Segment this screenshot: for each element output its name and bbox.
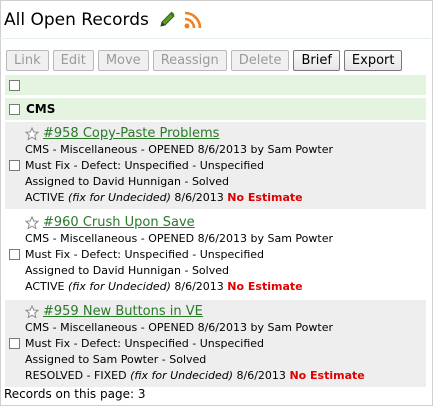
record-date: 8/6/2013 [170,191,228,204]
record-row: #960 Crush Upon Save CMS - Miscellaneous… [5,211,426,298]
group-label: CMS [26,102,56,116]
record-estimate: No Estimate [227,280,303,293]
select-all-checkbox[interactable] [9,79,20,91]
record-line-assigned: Assigned to David Hunnigan - Solved [25,264,229,277]
move-button[interactable]: Move [97,50,149,71]
star-icon[interactable] [25,304,39,319]
pencil-icon[interactable] [157,10,177,30]
header-divider [0,38,431,39]
record-status: ACTIVE [25,191,68,204]
toolbar: Link Edit Move Reassign Delete Brief Exp… [6,50,403,71]
record-checkbox[interactable] [9,249,20,260]
record-line-priority: Must Fix - Defect: Unspecified - Unspeci… [25,159,265,172]
record-checkbox[interactable] [9,338,20,349]
record-estimate: No Estimate [289,369,365,382]
record-row: #959 New Buttons in VE CMS - Miscellaneo… [5,300,426,387]
star-icon[interactable] [25,126,39,141]
export-button[interactable]: Export [343,50,403,71]
record-date: 8/6/2013 [170,280,228,293]
group-header-row: CMS [5,98,426,120]
record-title-link[interactable]: #960 Crush Upon Save [43,215,195,230]
page-title: All Open Records [4,10,149,30]
record-status: ACTIVE [25,280,68,293]
record-line-priority: Must Fix - Defect: Unspecified - Unspeci… [25,337,265,350]
record-row: #958 Copy-Paste Problems CMS - Miscellan… [5,122,426,209]
record-fix: (fix for Undecided) [67,191,171,204]
header: All Open Records [4,8,203,32]
record-line-status: ACTIVE (fix for Undecided) 8/6/2013 No E… [25,279,333,295]
record-line-priority: Must Fix - Defect: Unspecified - Unspeci… [25,248,265,261]
record-status: RESOLVED - FIXED [25,369,131,382]
record-line-status: ACTIVE (fix for Undecided) 8/6/2013 No E… [25,190,333,206]
star-icon[interactable] [25,215,39,230]
record-line-category: CMS - Miscellaneous - OPENED 8/6/2013 by… [25,143,333,156]
reassign-button[interactable]: Reassign [152,50,227,71]
records-count: Records on this page: 3 [4,387,146,401]
record-checkbox[interactable] [9,160,20,171]
record-fix: (fix for Undecided) [67,280,171,293]
record-estimate: No Estimate [227,191,303,204]
record-line-assigned: Assigned to David Hunnigan - Solved [25,175,229,188]
delete-button[interactable]: Delete [230,50,290,71]
rss-feed-icon[interactable] [183,10,203,30]
edit-button[interactable]: Edit [52,50,94,71]
record-line-status: RESOLVED - FIXED (fix for Undecided) 8/6… [25,368,365,384]
record-title-link[interactable]: #958 Copy-Paste Problems [43,126,219,141]
record-line-category: CMS - Miscellaneous - OPENED 8/6/2013 by… [25,232,333,245]
link-button[interactable]: Link [6,50,49,71]
record-date: 8/6/2013 [233,369,290,382]
record-line-category: CMS - Miscellaneous - OPENED 8/6/2013 by… [25,321,333,334]
record-title-link[interactable]: #959 New Buttons in VE [43,304,203,319]
group-checkbox[interactable] [9,103,20,115]
record-fix: (fix for Undecided) [130,369,234,382]
record-line-assigned: Assigned to Sam Powter - Solved [25,353,207,366]
brief-button[interactable]: Brief [293,50,340,71]
records-grid: CMS #958 Copy-Paste Problems CMS - Misce… [5,75,426,387]
select-all-row [5,75,426,95]
